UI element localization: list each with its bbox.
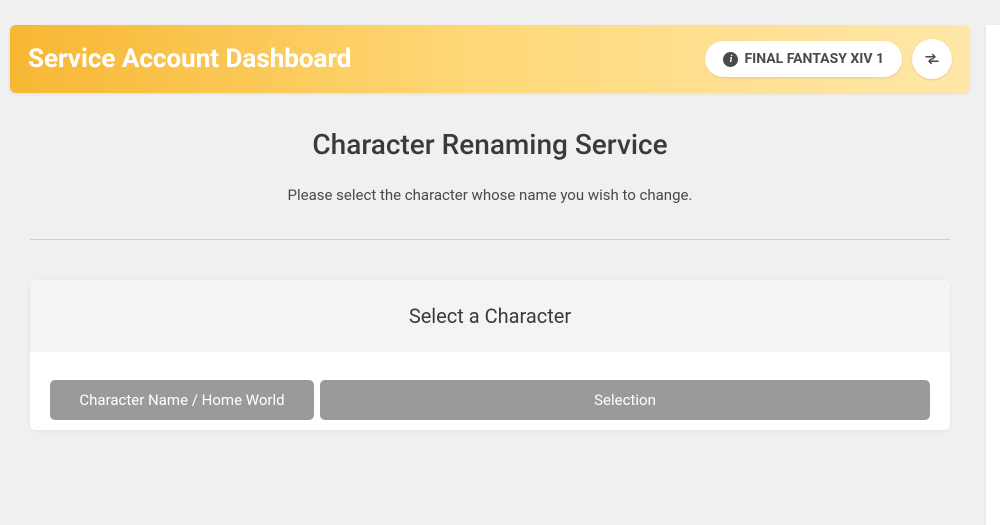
info-icon: i: [723, 52, 738, 67]
card-header: Select a Character: [30, 280, 950, 352]
content-area: Character Renaming Service Please select…: [0, 93, 980, 430]
switch-account-button[interactable]: [912, 39, 952, 79]
column-header-name: Character Name / Home World: [50, 380, 314, 420]
service-account-selector[interactable]: i FINAL FANTASY XIV 1: [705, 41, 902, 77]
service-account-label: FINAL FANTASY XIV 1: [744, 51, 884, 67]
service-title: Character Renaming Service: [30, 128, 950, 161]
scrollbar-track[interactable]: [986, 25, 1000, 525]
header-controls: i FINAL FANTASY XIV 1: [705, 39, 952, 79]
dashboard-header: Service Account Dashboard i FINAL FANTAS…: [10, 25, 970, 93]
page-title: Service Account Dashboard: [28, 44, 351, 74]
character-select-card: Select a Character Character Name / Home…: [30, 280, 950, 430]
table-header-row: Character Name / Home World Selection: [30, 352, 950, 430]
divider: [30, 239, 950, 240]
column-header-selection: Selection: [320, 380, 930, 420]
swap-icon: [923, 50, 941, 68]
service-subtitle: Please select the character whose name y…: [30, 186, 950, 204]
